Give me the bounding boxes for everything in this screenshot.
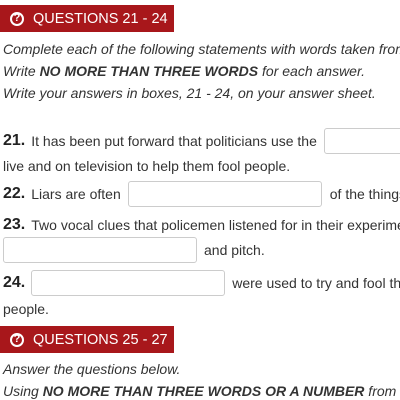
question-text: Two vocal clues that policemen listened … bbox=[31, 217, 400, 233]
question-22: 22. Liars are often of the things bbox=[3, 181, 400, 207]
question-text: Liars are often bbox=[31, 186, 121, 202]
instruction-line-2: Using NO MORE THAN THREE WORDS OR A NUMB… bbox=[3, 383, 400, 399]
question-21: 21. It has been put forward that politic… bbox=[3, 128, 400, 154]
section-header-21-24: ? QUESTIONS 21 - 24 bbox=[0, 5, 174, 32]
instruction-line-1: Complete each of the following statement… bbox=[3, 41, 400, 57]
answer-input-22[interactable] bbox=[127, 181, 322, 207]
instruction-line-2: Write NO MORE THAN THREE WORDS for each … bbox=[3, 63, 365, 79]
question-number: 21. bbox=[3, 132, 26, 149]
instruction-line-1: Answer the questions below. bbox=[3, 361, 181, 377]
question-text-after: and pitch. bbox=[204, 242, 265, 258]
section-header-25-27: ? QUESTIONS 25 - 27 bbox=[0, 326, 174, 353]
section-header-label: QUESTIONS 21 - 24 bbox=[33, 10, 168, 27]
question-circle-icon: ? bbox=[10, 11, 24, 26]
instruction-word-limit: NO MORE THAN THREE WORDS bbox=[39, 63, 259, 79]
question-circle-icon: ? bbox=[10, 332, 24, 347]
question-text-after: of the things bbox=[329, 186, 400, 202]
answer-input-24[interactable] bbox=[31, 270, 226, 296]
answer-input-23[interactable] bbox=[3, 237, 197, 263]
question-number: 22. bbox=[3, 185, 26, 202]
question-24-continued: people. bbox=[3, 301, 49, 317]
answer-input-21[interactable] bbox=[323, 128, 400, 154]
question-23-continued: and pitch. bbox=[3, 237, 265, 263]
instruction-word-limit: NO MORE THAN THREE WORDS OR A NUMBER bbox=[42, 383, 365, 399]
question-21-continued: live and on television to help them fool… bbox=[3, 158, 291, 174]
section-header-label: QUESTIONS 25 - 27 bbox=[33, 331, 168, 348]
question-24: 24. were used to try and fool th bbox=[3, 270, 400, 296]
question-number: 24. bbox=[3, 274, 26, 291]
question-23: 23. Two vocal clues that policemen liste… bbox=[3, 214, 400, 236]
instruction-line-3: Write your answers in boxes, 21 - 24, on… bbox=[3, 85, 376, 101]
question-text: It has been put forward that politicians… bbox=[31, 133, 317, 149]
question-number: 23. bbox=[3, 216, 26, 233]
question-text-after: were used to try and fool th bbox=[232, 275, 400, 291]
